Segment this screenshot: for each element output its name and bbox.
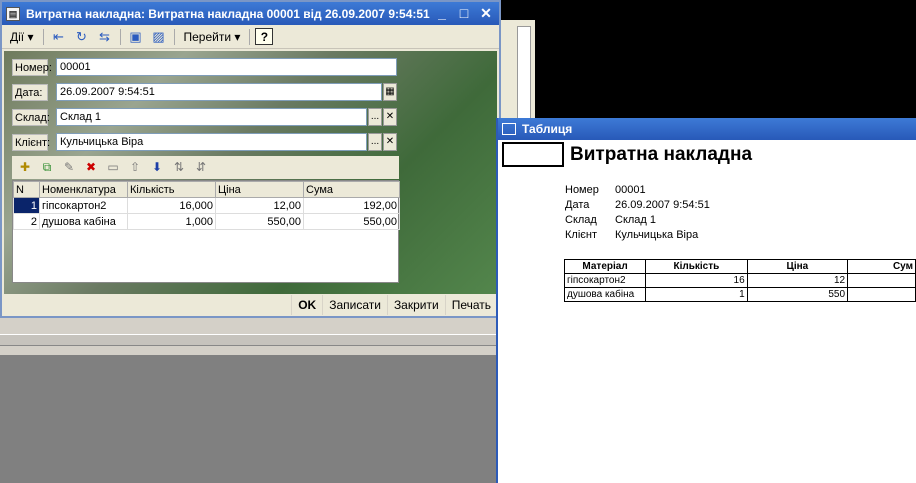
item-price[interactable]: 12,00	[215, 197, 304, 214]
invoice-window: ▤ Витратна накладна: Витратна накладна 0…	[0, 0, 501, 318]
item-name[interactable]: гіпсокартон2	[39, 197, 128, 214]
table-icon	[502, 123, 516, 135]
item-sum[interactable]: 550,00	[303, 213, 400, 230]
info-value: 00001	[615, 184, 646, 196]
material-cell: гіпсокартон2	[563, 273, 647, 288]
post-document-icon[interactable]: ▣	[126, 28, 146, 46]
info-key: Дата	[565, 199, 590, 211]
button-bar: OK Записати Закрити Печать	[4, 294, 497, 316]
client-label: Клієнт:	[12, 133, 50, 151]
column-header[interactable]: N	[13, 181, 40, 198]
price-cell: 550	[746, 287, 849, 302]
client-field[interactable]: Кульчицька Віра	[56, 133, 367, 151]
sort-desc-icon[interactable]: ⇵	[192, 159, 210, 176]
table-header: Сум	[847, 259, 916, 274]
column-header[interactable]: Номенклатура	[39, 181, 128, 198]
price-cell: 12	[746, 273, 849, 288]
info-key: Клієнт	[565, 229, 597, 241]
item-name[interactable]: душова кабіна	[39, 213, 128, 230]
window-title: Витратна накладна: Витратна накладна 000…	[26, 6, 430, 21]
row-number[interactable]: 2	[13, 213, 40, 230]
add-row-icon[interactable]: ✚	[16, 159, 34, 176]
info-key: Номер	[565, 184, 599, 196]
end-edit-icon[interactable]: ▭	[104, 159, 122, 176]
table-row: душова кабіна 1 550	[563, 287, 916, 302]
item-quantity[interactable]: 16,000	[127, 197, 216, 214]
table-header: Кількість	[645, 259, 748, 274]
column-header[interactable]: Кількість	[127, 181, 216, 198]
copy-row-icon[interactable]: ⧉	[38, 159, 56, 176]
grid-toolbar: ✚ ⧉ ✎ ✖ ▭ ⇧ ⬇ ⇅ ⇵	[12, 156, 399, 179]
goto-menu[interactable]: Перейти ▾	[180, 28, 245, 46]
table-window-title-bar: Таблиця	[498, 118, 916, 140]
table-row: гіпсокартон2 16 12	[563, 273, 916, 288]
move-up-icon[interactable]: ⇧	[126, 159, 144, 176]
document-info: Номер 00001 Дата 26.09.2007 9:54:51 Склад С…	[565, 184, 710, 244]
info-key: Склад	[565, 214, 597, 226]
refresh-icon[interactable]: ↻	[72, 28, 92, 46]
table-window: Таблиця Витратна накладна Номер 00001 Дат…	[496, 118, 916, 483]
date-label: Дата:	[12, 83, 48, 101]
number-field[interactable]: 00001	[56, 58, 397, 76]
sum-cell	[847, 287, 916, 302]
logo-box	[502, 142, 564, 167]
table-row[interactable]: 1 гіпсокартон2 16,000 12,00 192,00	[13, 197, 400, 214]
client-clear-button[interactable]: ✕	[383, 133, 397, 151]
calendar-icon[interactable]: ▦	[383, 83, 397, 101]
column-header[interactable]: Ціна	[215, 181, 304, 198]
document-icon: ▤	[6, 6, 20, 21]
form-area: Номер: 00001 Дата: 26.09.2007 9:54:51 ▦ …	[4, 51, 497, 294]
client-select-button[interactable]: ...	[368, 133, 382, 151]
close-button[interactable]: Закрити	[386, 295, 445, 315]
quantity-cell: 16	[645, 273, 748, 288]
ok-button[interactable]: OK	[291, 295, 322, 315]
warehouse-field[interactable]: Склад 1	[56, 108, 367, 126]
background-panel	[0, 318, 496, 355]
warehouse-select-button[interactable]: ...	[368, 108, 382, 126]
item-price[interactable]: 550,00	[215, 213, 304, 230]
info-value: Кульчицька Віра	[615, 229, 699, 241]
delete-row-icon[interactable]: ✖	[82, 159, 100, 176]
toolbar: Дії ▾ ⇤ ↻ ⇆ ▣ ▨ Перейти ▾ ?	[2, 25, 499, 49]
table-header: Матеріал	[563, 259, 647, 274]
unpost-document-icon[interactable]: ▨	[149, 28, 169, 46]
row-number[interactable]: 1	[13, 197, 40, 214]
warehouse-label: Склад:	[12, 108, 50, 126]
info-value: Склад 1	[615, 214, 657, 226]
horizontal-scrollbar[interactable]	[0, 334, 496, 346]
goods-grid[interactable]: N Номенклатура Кількість Ціна Сума 1 гіп…	[12, 180, 400, 283]
item-sum[interactable]: 192,00	[303, 197, 400, 214]
back-arrow-icon[interactable]: ⇤	[49, 28, 69, 46]
materials-table: Матеріал Кількість Ціна Сум гіпсокартон2…	[563, 259, 916, 302]
column-header[interactable]: Сума	[303, 181, 400, 198]
table-window-title: Таблиця	[522, 122, 573, 136]
info-value: 26.09.2007 9:54:51	[615, 199, 710, 211]
quantity-cell: 1	[645, 287, 748, 302]
date-field[interactable]: 26.09.2007 9:54:51	[56, 83, 382, 101]
help-button[interactable]: ?	[255, 28, 274, 45]
close-icon[interactable]: ✕	[477, 5, 495, 22]
document-heading: Витратна накладна	[570, 144, 753, 165]
background-window	[495, 20, 535, 122]
maximize-icon[interactable]: □	[455, 5, 473, 22]
transfer-icon[interactable]: ⇆	[95, 28, 115, 46]
warehouse-clear-button[interactable]: ✕	[383, 108, 397, 126]
sum-cell	[847, 273, 916, 288]
material-cell: душова кабіна	[563, 287, 647, 302]
table-row[interactable]: 2 душова кабіна 1,000 550,00 550,00	[13, 213, 400, 230]
table-header: Ціна	[746, 259, 849, 274]
minimize-icon[interactable]: _	[433, 5, 451, 22]
sort-asc-icon[interactable]: ⇅	[170, 159, 188, 176]
item-quantity[interactable]: 1,000	[127, 213, 216, 230]
print-button[interactable]: Печать	[444, 295, 497, 315]
scrollbar[interactable]	[517, 26, 531, 122]
save-button[interactable]: Записати	[322, 295, 387, 315]
edit-row-icon[interactable]: ✎	[60, 159, 78, 176]
move-down-icon[interactable]: ⬇	[148, 159, 166, 176]
actions-menu[interactable]: Дії ▾	[6, 28, 38, 46]
number-label: Номер:	[12, 58, 52, 76]
title-bar: ▤ Витратна накладна: Витратна накладна 0…	[2, 2, 499, 25]
